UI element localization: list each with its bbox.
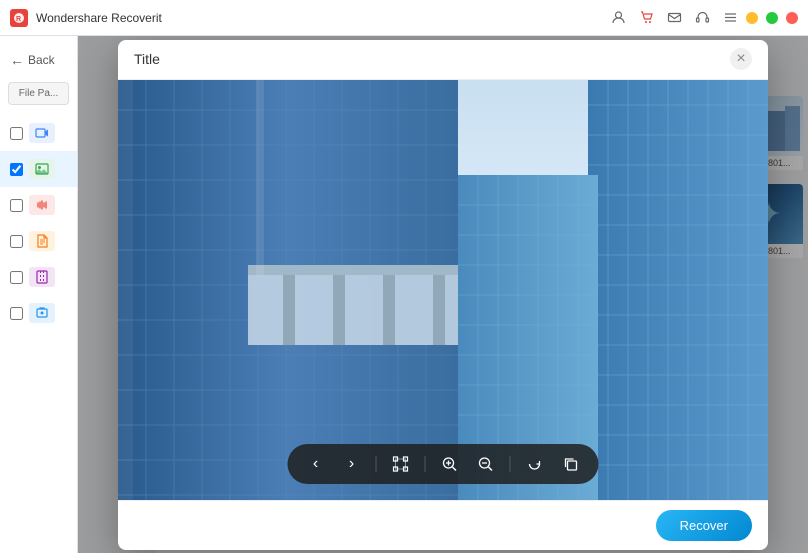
zip-icon <box>29 267 55 287</box>
content-area: 293080801... ✦ 293080801... <box>78 36 808 553</box>
mail-icon[interactable] <box>666 10 682 26</box>
sidebar-item-image[interactable] <box>0 151 77 187</box>
doc-icon <box>29 231 55 251</box>
title-bar: R Wondershare Recoverit ─ □ × <box>0 0 808 36</box>
other-checkbox[interactable] <box>10 307 23 320</box>
window-controls: ─ □ × <box>746 12 798 24</box>
sidebar: ← Back File Pa... <box>0 36 78 553</box>
modal-recover-button[interactable]: Recover <box>656 510 752 541</box>
image-checkbox[interactable] <box>10 163 23 176</box>
maximize-button[interactable]: □ <box>766 12 778 24</box>
fullscreen-button[interactable] <box>389 452 413 476</box>
back-label: Back <box>28 53 55 67</box>
app-title: Wondershare Recoverit <box>36 11 610 25</box>
minimize-button[interactable]: ─ <box>746 12 758 24</box>
rotate-button[interactable] <box>523 452 547 476</box>
user-icon[interactable] <box>610 10 626 26</box>
building-image <box>118 80 768 500</box>
sidebar-item-doc[interactable] <box>0 223 77 259</box>
toolbar-divider-2 <box>425 456 426 472</box>
headset-icon[interactable] <box>694 10 710 26</box>
app-logo: R <box>10 9 28 27</box>
modal-overlay: Title × <box>78 36 808 553</box>
modal-close-button[interactable]: × <box>730 48 752 70</box>
toolbar-divider-1 <box>376 456 377 472</box>
toolbar-divider-3 <box>510 456 511 472</box>
svg-text:R: R <box>16 16 21 23</box>
image-icon <box>29 159 55 179</box>
app-window: R Wondershare Recoverit ─ □ × <box>0 0 808 553</box>
sidebar-item-zip[interactable] <box>0 259 77 295</box>
video-checkbox[interactable] <box>10 127 23 140</box>
doc-checkbox[interactable] <box>10 235 23 248</box>
sidebar-item-other[interactable] <box>0 295 77 331</box>
close-button[interactable]: × <box>786 12 798 24</box>
sidebar-item-video[interactable] <box>0 115 77 151</box>
sidebar-item-audio[interactable] <box>0 187 77 223</box>
other-icon <box>29 303 55 323</box>
audio-checkbox[interactable] <box>10 199 23 212</box>
cart-icon[interactable] <box>638 10 654 26</box>
video-icon <box>29 123 55 143</box>
copy-button[interactable] <box>559 452 583 476</box>
zoom-in-button[interactable] <box>438 452 462 476</box>
zip-checkbox[interactable] <box>10 271 23 284</box>
prev-button[interactable]: ‹ <box>304 452 328 476</box>
modal-title: Title <box>134 51 730 67</box>
title-bar-icons <box>610 10 738 26</box>
modal-image-area: ‹ › <box>118 80 768 500</box>
back-button[interactable]: ← Back <box>0 46 77 74</box>
audio-icon <box>29 195 55 215</box>
next-button[interactable]: › <box>340 452 364 476</box>
back-arrow-icon: ← <box>10 52 24 68</box>
preview-modal: Title × <box>118 40 768 550</box>
menu-icon[interactable] <box>722 10 738 26</box>
modal-toolbar: ‹ › <box>288 444 599 484</box>
file-path-button[interactable]: File Pa... <box>8 82 69 105</box>
zoom-out-button[interactable] <box>474 452 498 476</box>
modal-bottom: Recover <box>118 500 768 550</box>
main-area: ← Back File Pa... <box>0 36 808 553</box>
modal-header: Title × <box>118 40 768 80</box>
